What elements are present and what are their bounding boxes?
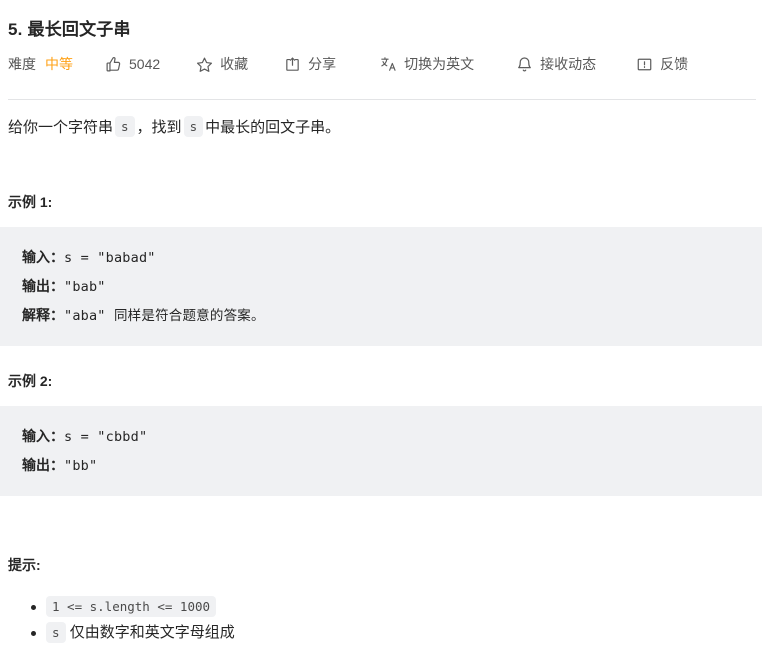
problem-content: 给你一个字符串 s ，找到 s 中最长的回文子串。 示例 1: 输入：s = "baba…	[0, 112, 762, 646]
example-1-input-label: 输入：	[22, 249, 64, 265]
example-1-explain-label: 解释：	[22, 307, 64, 323]
bell-icon	[516, 56, 533, 73]
constraint-code-1: 1 <= s.length <= 1000	[46, 596, 217, 617]
example-1-explain-value: "aba" 同样是符合题意的答案。	[64, 308, 265, 324]
example-1-output-label: 输出：	[22, 278, 64, 294]
problem-toolbar: 难度 中等 5042 收藏 分享 切换为英文 接收动态 反馈	[8, 54, 688, 74]
example-2-output-value: "bb"	[64, 458, 98, 474]
description-part-3: 中最长的回文子串。	[205, 119, 341, 136]
problem-page: 5. 最长回文子串 难度 中等 5042 收藏 分享 切换为英文 接收动态 反馈…	[0, 0, 762, 661]
example-2-input-line: 输入：s = "cbbd"	[22, 422, 762, 451]
header-divider	[8, 99, 756, 100]
example-1-output-value: "bab"	[64, 279, 106, 295]
example-1-input-value: s = "babad"	[64, 250, 156, 266]
like-button[interactable]: 5042	[105, 56, 160, 73]
thumbs-up-icon	[105, 56, 122, 73]
problem-description: 给你一个字符串 s ，找到 s 中最长的回文子串。	[0, 112, 762, 143]
list-item: s 仅由数字和英文字母组成	[31, 620, 762, 646]
share-icon	[284, 56, 301, 73]
constraint-text-2: 仅由数字和英文字母组成	[69, 624, 235, 641]
inline-code-s-1: s	[115, 116, 135, 137]
like-count: 5042	[129, 56, 161, 72]
notify-label: 接收动态	[540, 56, 597, 72]
constraint-code-2: s	[46, 622, 66, 643]
constraints-list: 1 <= s.length <= 1000 s 仅由数字和英文字母组成	[0, 594, 762, 646]
star-icon	[196, 56, 213, 73]
favorite-button[interactable]: 收藏	[196, 56, 248, 73]
example-2-input-value: s = "cbbd"	[64, 429, 148, 445]
example-1-output-line: 输出："bab"	[22, 272, 762, 301]
switch-language-button[interactable]: 切换为英文	[380, 56, 474, 73]
difficulty-badge: 中等	[45, 56, 73, 72]
example-1-input-line: 输入：s = "babad"	[22, 243, 762, 272]
list-item: 1 <= s.length <= 1000	[31, 594, 762, 620]
feedback-icon	[636, 56, 653, 73]
favorite-label: 收藏	[220, 56, 249, 72]
description-part-2: ，找到	[136, 119, 182, 136]
share-button[interactable]: 分享	[284, 56, 336, 73]
example-2-output-label: 输出：	[22, 457, 64, 473]
example-1-heading: 示例 1:	[8, 194, 53, 210]
hints-heading: 提示:	[8, 557, 41, 573]
translate-icon	[380, 56, 397, 73]
difficulty-label: 难度	[8, 56, 36, 72]
example-1-block: 输入：s = "babad" 输出："bab" 解释："aba" 同样是符合题意…	[0, 227, 762, 346]
description-part-1: 给你一个字符串	[8, 119, 114, 136]
share-label: 分享	[308, 56, 337, 72]
notify-button[interactable]: 接收动态	[516, 56, 596, 73]
feedback-label: 反馈	[660, 56, 689, 72]
example-1-explain-line: 解释："aba" 同样是符合题意的答案。	[22, 301, 762, 330]
switch-language-label: 切换为英文	[404, 56, 475, 72]
page-title: 5. 最长回文子串	[8, 20, 131, 39]
example-2-block: 输入：s = "cbbd" 输出："bb"	[0, 406, 762, 496]
example-2-input-label: 输入：	[22, 428, 64, 444]
feedback-button[interactable]: 反馈	[636, 56, 688, 73]
example-2-heading: 示例 2:	[8, 373, 53, 389]
inline-code-s-2: s	[183, 116, 204, 137]
example-2-output-line: 输出："bb"	[22, 451, 762, 480]
